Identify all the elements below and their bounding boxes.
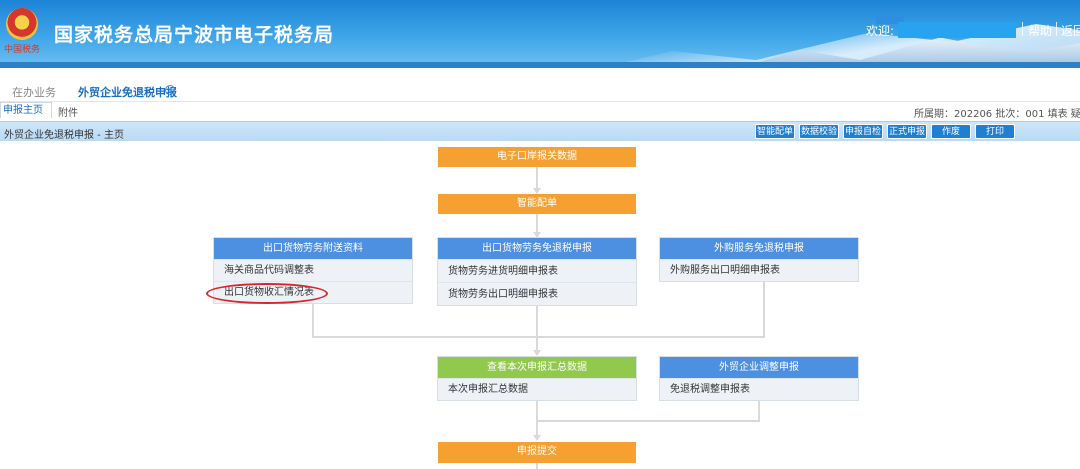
close-tab-icon[interactable]: ×	[165, 85, 175, 95]
data-check-button[interactable]: 数据校验	[799, 124, 839, 139]
export-refund-card: 出口货物劳务免退税申报 货物劳务进货明细申报表 货物劳务出口明细申报表	[437, 237, 637, 306]
tab-export-refund[interactable]: 外贸企业免退税申报	[78, 84, 177, 100]
self-check-button[interactable]: 申报自检	[843, 124, 883, 139]
highlight-annotation	[206, 283, 328, 304]
separator	[1022, 22, 1023, 36]
card-title: 外贸企业调整申报	[660, 357, 858, 378]
logo-text: 中国税务	[4, 45, 41, 55]
adjustment-form-item[interactable]: 免退税调整申报表	[660, 378, 858, 400]
connector	[763, 281, 765, 337]
connector	[758, 401, 760, 421]
summary-data-item[interactable]: 本次申报汇总数据	[438, 378, 636, 400]
service-export-detail-item[interactable]: 外购服务出口明细申报表	[660, 259, 858, 281]
void-button[interactable]: 作废	[931, 124, 971, 139]
smart-match-button[interactable]: 智能配单	[755, 124, 795, 139]
help-link[interactable]: 帮助	[1028, 22, 1052, 39]
separator	[1056, 22, 1057, 36]
connector	[312, 303, 314, 337]
purchase-detail-item[interactable]: 货物劳务进货明细申报表	[438, 259, 636, 282]
site-title: 国家税务总局宁波市电子税务局	[54, 24, 335, 46]
subtab-attachment[interactable]: 附件	[58, 104, 78, 119]
connector	[536, 420, 760, 422]
arrow-down-icon	[533, 435, 541, 441]
adjustment-card: 外贸企业调整申报 免退税调整申报表	[659, 356, 859, 401]
formal-submit-button[interactable]: 正式申报	[887, 124, 927, 139]
back-link[interactable]: 返回	[1061, 22, 1080, 39]
page-titlebar: 外贸企业免退税申报 - 主页 智能配单 数据校验 申报自检 正式申报 作废 打印	[0, 121, 1080, 141]
connector	[312, 336, 765, 338]
card-title: 外购服务免退税申报	[660, 238, 858, 259]
banner-strip	[0, 62, 1080, 68]
card-title: 查看本次申报汇总数据	[438, 357, 636, 378]
summary-card: 查看本次申报汇总数据 本次申报汇总数据	[437, 356, 637, 401]
export-detail-item[interactable]: 货物劳务出口明细申报表	[438, 282, 636, 305]
emblem-icon	[6, 8, 38, 40]
header-banner: 中国税务 国家税务总局宁波市电子税务局 欢迎: 帮助 返回	[0, 0, 1080, 68]
sub-tabs: 申报主页 附件 所属期：202206 批次：001 填表 疑点：	[0, 102, 1080, 120]
smart-match-step-button[interactable]: 智能配单	[438, 194, 636, 214]
period-info: 所属期：202206 批次：001 填表 疑点：	[914, 109, 1080, 120]
tab-pending-business[interactable]: 在办业务	[12, 84, 56, 100]
connector	[536, 463, 538, 469]
welcome-label: 欢迎:	[866, 24, 895, 38]
customs-code-adjust-item[interactable]: 海关商品代码调整表	[214, 259, 412, 281]
business-tabs: 在办业务 外贸企业免退税申报 ×	[0, 80, 1080, 102]
tax-logo: 中国税务	[4, 6, 40, 56]
username-redacted	[898, 22, 1016, 38]
card-title: 出口货物劳务免退税申报	[438, 238, 636, 259]
purchased-service-card: 外购服务免退税申报 外购服务出口明细申报表	[659, 237, 859, 282]
print-button[interactable]: 打印	[975, 124, 1015, 139]
submit-declaration-button[interactable]: 申报提交	[438, 442, 636, 463]
page-title: 外贸企业免退税申报 - 主页	[4, 130, 124, 141]
customs-data-button[interactable]: 电子口岸报关数据	[438, 147, 636, 167]
card-title: 出口货物劳务附送资料	[214, 238, 412, 259]
connector	[536, 304, 538, 354]
subtab-main[interactable]: 申报主页	[0, 102, 52, 118]
